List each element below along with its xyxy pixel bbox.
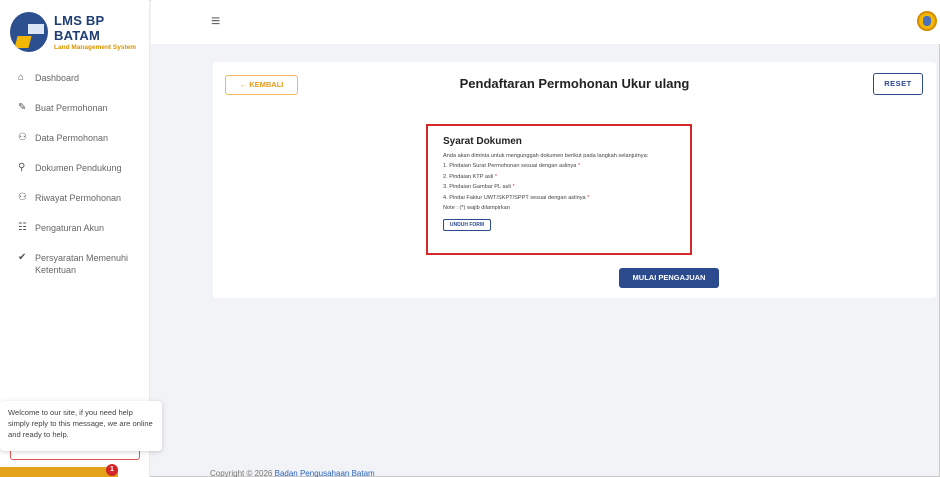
requirement-item: 2. Pindaian KTP asli * [443, 173, 498, 180]
brand-title: LMS BP BATAM [54, 13, 105, 43]
sidebar-item-label: Dokumen Pendukung [35, 163, 122, 173]
requirement-item: 4. Pindai Faktur UWT/SKPT/SPPT sesuai de… [443, 194, 590, 201]
requirements-note: Note : (*) wajib dilampirkan [443, 205, 510, 212]
file-icon: ✎ [18, 102, 27, 113]
sidebar-item-pengaturan-akun[interactable]: ☷ Pengaturan Akun [0, 222, 150, 252]
requirements-title: Syarat Dokumen [443, 136, 522, 147]
reset-button[interactable]: RESET [873, 73, 923, 95]
sidebar-item-label: Riwayat Permohonan [35, 193, 122, 203]
sidebar-item-label: Dashboard [35, 73, 80, 83]
menu-icon[interactable]: ≡ [211, 13, 220, 31]
sidebar-item-label: Buat Permohonan [35, 103, 108, 113]
chat-launcher[interactable] [0, 467, 118, 477]
footer: Copyright © 2026 Badan Pengusahaan Batam [210, 469, 375, 477]
check-circle-icon: ✔ [18, 252, 27, 263]
home-icon: ⌂ [18, 72, 25, 83]
bp-batam-logo [10, 12, 49, 52]
sidebar-item-persyaratan[interactable]: ✔ Persyaratan Memenuhi Ketentuan [0, 252, 150, 292]
avatar[interactable] [917, 11, 937, 31]
brand-subtitle: Land Management System [54, 44, 137, 51]
copyright-text: Copyright © 2026 [210, 469, 273, 477]
sidebar-nav: ⌂ Dashboard ✎ Buat Permohonan ⚇ Data Per… [0, 72, 150, 292]
required-mark: * [577, 163, 581, 170]
requirement-item: 1. Pindaian Surat Permohonan sesuai deng… [443, 163, 581, 170]
required-mark: * [512, 184, 515, 191]
requirements-intro: Anda akan diminta untuk mengunggah dokum… [443, 153, 649, 159]
sidebar-item-data-permohonan[interactable]: ⚇ Data Permohonan [0, 132, 150, 162]
sidebar-item-label: Persyaratan Memenuhi Ketentuan [35, 253, 129, 275]
users-icon: ⚇ [18, 192, 27, 203]
sidebar-item-label: Data Permohonan [35, 133, 109, 143]
start-submission-button[interactable]: MULAI PENGAJUAN [619, 268, 719, 288]
page-title: Pendaftaran Permohonan Ukur ulang [459, 76, 690, 91]
sidebar-item-buat-permohonan[interactable]: ✎ Buat Permohonan [0, 102, 150, 132]
document-requirements-box: Syarat Dokumen Anda akan diminta untuk m… [426, 124, 692, 255]
chat-unread-badge: 1 [106, 464, 118, 476]
required-mark: * [494, 173, 498, 180]
sidebar-item-dokumen-pendukung[interactable]: ⚲ Dokumen Pendukung [0, 162, 150, 192]
required-mark: * [587, 194, 590, 201]
sidebar-item-label: Pengaturan Akun [35, 223, 105, 233]
paperclip-icon: ⚲ [18, 162, 26, 173]
users-icon: ⚇ [18, 132, 27, 143]
chat-welcome-message: Welcome to our site, if you need help si… [8, 408, 153, 439]
brand[interactable]: LMS BP BATAM Land Management System [10, 12, 149, 52]
chat-welcome-popup[interactable]: Welcome to our site, if you need help si… [0, 401, 162, 451]
footer-link[interactable]: Badan Pengusahaan Batam [275, 469, 375, 477]
sidebar-item-dashboard[interactable]: ⌂ Dashboard [0, 72, 150, 102]
requirement-item: 3. Pindaian Gambar PL asli * [443, 184, 515, 191]
topbar: ≡ [151, 0, 940, 44]
download-form-button[interactable]: UNDUH FORM [443, 219, 491, 232]
account-icon: ☷ [18, 222, 27, 233]
registration-card: ← KEMBALI Pendaftaran Permohonan Ukur ul… [213, 62, 936, 298]
sidebar-item-riwayat-permohonan[interactable]: ⚇ Riwayat Permohonan [0, 192, 150, 222]
